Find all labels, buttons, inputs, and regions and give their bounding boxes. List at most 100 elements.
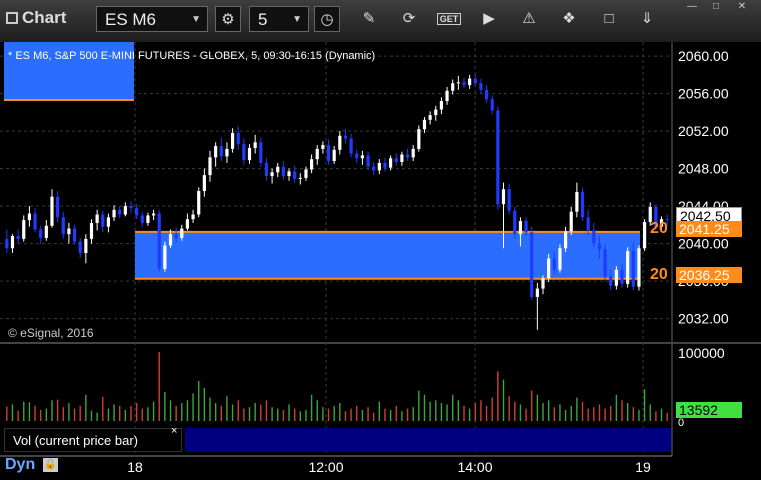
candle-body xyxy=(394,158,398,162)
candle-body xyxy=(197,191,201,215)
candle-body xyxy=(552,258,556,270)
candle-body xyxy=(140,215,144,223)
candle-body xyxy=(518,221,523,235)
candle-body xyxy=(355,153,359,159)
zone-lower-tag: 2036.25 xyxy=(676,267,742,283)
chart-header: * ES M6, S&P 500 E-MINI FUTURES - GLOBEX… xyxy=(8,50,376,62)
price-axis-label: 2032.00 xyxy=(678,311,729,327)
candle-body xyxy=(106,217,111,227)
zone-lower-label: 20 xyxy=(650,266,668,283)
candle-body xyxy=(580,192,585,218)
candle-body xyxy=(118,209,122,215)
candle-body xyxy=(428,115,432,120)
candle-body xyxy=(456,82,460,84)
candle-body xyxy=(72,228,77,242)
copyright: © eSignal, 2016 xyxy=(8,326,94,340)
price-axis-label: 2048.00 xyxy=(678,161,729,177)
candle-body xyxy=(400,154,404,162)
candle-body xyxy=(383,162,387,168)
candle-body xyxy=(439,101,444,110)
lock-icon[interactable]: 🔒 xyxy=(43,458,58,472)
volume-axis-top: 100000 xyxy=(678,345,725,361)
candle-body xyxy=(620,269,624,284)
candle-body xyxy=(67,228,71,235)
candle-body xyxy=(281,166,285,177)
candle-body xyxy=(101,214,105,227)
candle-body xyxy=(530,232,534,297)
candle-body xyxy=(84,238,88,253)
price-axis-label: 2060.00 xyxy=(678,48,729,64)
candle-body xyxy=(468,78,472,86)
candle-body xyxy=(157,213,161,269)
candle-body xyxy=(253,142,257,148)
candle-body xyxy=(5,238,9,249)
candle-body xyxy=(22,220,26,239)
candle-body xyxy=(191,214,195,220)
candle-body xyxy=(603,249,607,277)
last-volume-tag: 13592 xyxy=(676,402,742,418)
candle-body xyxy=(39,229,43,238)
close-icon[interactable]: × xyxy=(171,425,177,437)
candle-body xyxy=(264,162,269,177)
candle-body xyxy=(247,147,252,161)
candle-body xyxy=(586,217,590,231)
candle-body xyxy=(95,214,99,223)
time-axis-label: 14:00 xyxy=(457,459,492,475)
candle-body xyxy=(575,192,579,212)
volume-legend[interactable]: Vol (current price bar) xyxy=(4,428,182,452)
candle-body xyxy=(626,251,630,284)
candle-body xyxy=(563,231,568,249)
candle-body xyxy=(16,236,20,239)
candle-body xyxy=(445,90,449,102)
candle-body xyxy=(174,234,178,238)
candle-body xyxy=(61,217,65,235)
time-axis-label: 12:00 xyxy=(308,459,343,475)
candle-body xyxy=(56,196,60,218)
candle-body xyxy=(208,157,212,176)
candle-body xyxy=(287,171,291,177)
candle-body xyxy=(405,154,410,158)
candle-body xyxy=(293,171,297,179)
zone-upper-tag: 2041.25 xyxy=(676,221,742,237)
candle-body xyxy=(33,213,37,230)
candle-body xyxy=(321,145,325,149)
candle-body xyxy=(496,110,500,205)
candle-body xyxy=(225,148,229,157)
candle-body xyxy=(643,222,647,249)
candle-body xyxy=(230,132,235,149)
candle-body xyxy=(135,207,139,216)
candle-body xyxy=(366,155,370,167)
candle-body xyxy=(592,230,596,244)
candle-body xyxy=(326,145,331,162)
candle-body xyxy=(614,269,618,286)
chart-canvas[interactable]: 2060.002056.002052.002048.002044.002040.… xyxy=(0,0,761,480)
candle-body xyxy=(377,162,381,171)
candle-body xyxy=(434,109,438,116)
volume-axis-zero: 0 xyxy=(678,417,684,429)
candle-body xyxy=(315,148,319,160)
candle-body xyxy=(507,189,511,211)
price-axis-label: 2052.00 xyxy=(678,123,729,139)
candle-body xyxy=(569,211,573,232)
candle-body xyxy=(168,234,173,246)
candle-body xyxy=(451,83,455,91)
candle-body xyxy=(146,215,150,223)
candle-body xyxy=(219,146,223,157)
candle-body xyxy=(259,142,263,163)
candle-body xyxy=(597,243,602,250)
candle-body xyxy=(242,144,246,161)
candle-body xyxy=(484,89,489,100)
candle-body xyxy=(10,236,15,249)
time-axis-label: 19 xyxy=(635,459,651,475)
candle-body xyxy=(151,213,156,216)
candle-body xyxy=(637,248,641,287)
candle-body xyxy=(332,149,336,162)
candle-body xyxy=(631,251,635,287)
candle-body xyxy=(44,225,48,238)
candle-body xyxy=(338,135,342,150)
dyn-label[interactable]: Dyn xyxy=(5,456,35,474)
candle-body xyxy=(389,158,393,168)
candle-body xyxy=(422,119,427,130)
zone-upper-label: 20 xyxy=(650,220,668,237)
candle-body xyxy=(112,209,116,218)
